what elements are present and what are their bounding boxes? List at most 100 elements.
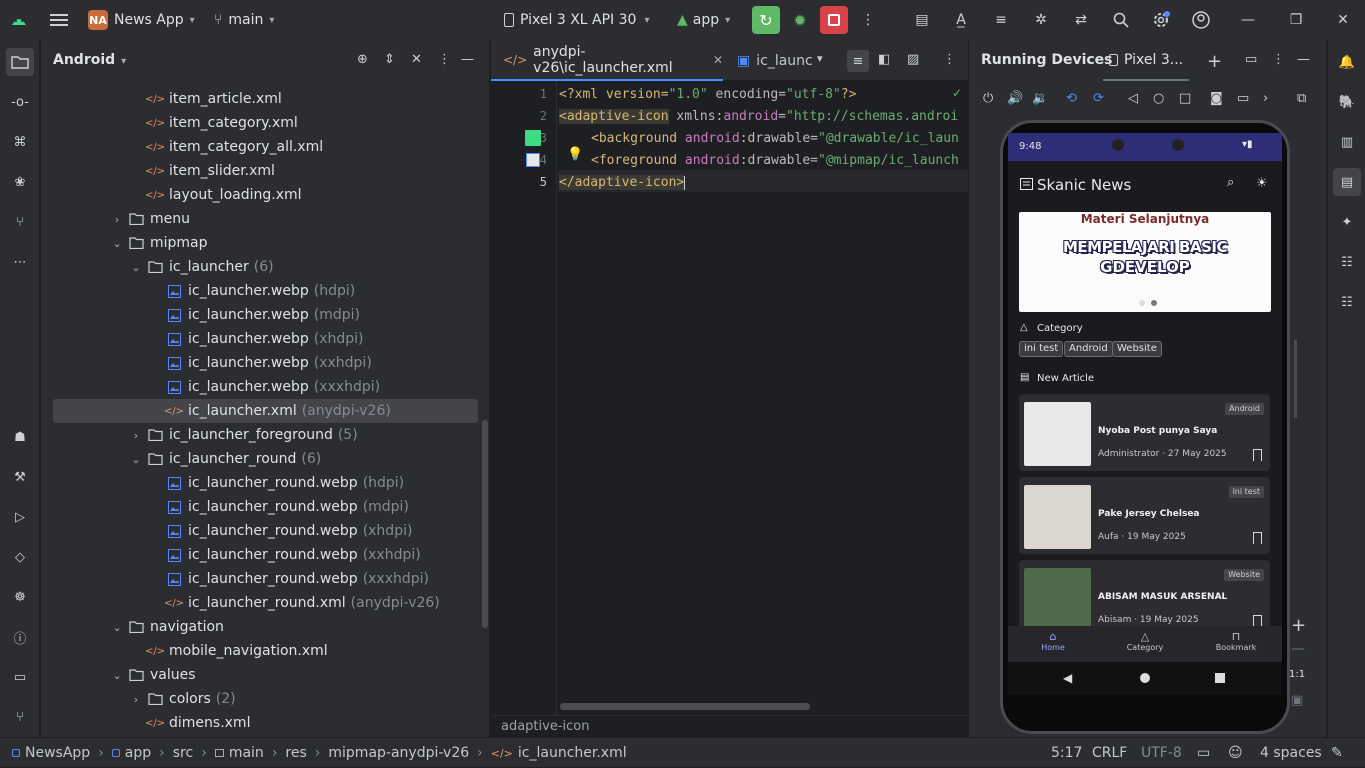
chevron-down-icon[interactable]: ⌄ bbox=[110, 669, 124, 682]
code-line-4[interactable]: <foreground android:drawable="@mipmap/ic… bbox=[591, 153, 959, 168]
tree-folder[interactable]: ⌄ ic_launcher (6) bbox=[41, 255, 490, 279]
tree-file[interactable]: </> ic_launcher_round.xml (anydpi-v26) bbox=[41, 591, 490, 615]
tree-file[interactable]: </> item_slider.xml bbox=[41, 159, 490, 183]
device-explorer-icon[interactable]: ▥ bbox=[1335, 130, 1359, 154]
record-icon[interactable]: ▭ bbox=[1237, 91, 1249, 106]
bookmark-icon[interactable] bbox=[1253, 532, 1262, 544]
caret-position[interactable]: 5:17 bbox=[1051, 738, 1082, 768]
lock-icon[interactable]: ✎ bbox=[1331, 738, 1343, 768]
gem-icon[interactable]: ◇ bbox=[8, 545, 32, 569]
problems-icon[interactable]: ⓘ bbox=[8, 625, 32, 649]
category-chip[interactable]: Website bbox=[1112, 341, 1162, 357]
tree-file[interactable]: ic_launcher_round.webp (xxhdpi) bbox=[41, 543, 490, 567]
inspection-icon[interactable]: ☺ bbox=[1228, 738, 1243, 768]
device-scrollbar[interactable] bbox=[1294, 340, 1297, 418]
tree-file[interactable]: </> layout_loading.xml bbox=[41, 183, 490, 207]
project-selector[interactable]: NA News App ▾ bbox=[88, 0, 195, 40]
android-home-icon[interactable] bbox=[1140, 673, 1150, 683]
android-recents-icon[interactable] bbox=[1215, 673, 1225, 683]
tree-file[interactable]: </> dimens.xml bbox=[41, 711, 490, 735]
readonly-toggle-icon[interactable]: ▭ bbox=[1197, 738, 1210, 768]
hide-panel-icon[interactable]: — bbox=[461, 52, 474, 67]
tree-file[interactable]: ic_launcher.webp (xhdpi) bbox=[41, 327, 490, 351]
terminal-icon[interactable]: ▭ bbox=[8, 665, 32, 689]
nav-category[interactable]: △ Category bbox=[1122, 630, 1168, 652]
nav-home[interactable]: ⌂ Home bbox=[1033, 630, 1073, 652]
device-manager-icon[interactable]: ▤ bbox=[912, 0, 932, 40]
main-menu-icon[interactable] bbox=[48, 0, 70, 40]
tree-file[interactable]: </> item_category_all.xml bbox=[41, 135, 490, 159]
resource-manager-icon[interactable]: ❀ bbox=[8, 170, 32, 194]
expand-all-icon[interactable]: ⇕ bbox=[384, 52, 395, 67]
branch-selector[interactable]: ⑂ main ▾ bbox=[214, 0, 274, 40]
chevron-right-icon[interactable]: › bbox=[129, 693, 143, 706]
tree-folder[interactable]: › colors (2) bbox=[41, 687, 490, 711]
article-card[interactable]: Android Nyoba Post punya Saya Administra… bbox=[1019, 394, 1270, 471]
collapse-all-icon[interactable]: ✕ bbox=[411, 52, 422, 67]
view-mode-selector[interactable]: Android ▾ bbox=[53, 52, 126, 68]
run-icon[interactable]: ▷ bbox=[8, 505, 32, 529]
account-icon[interactable] bbox=[1191, 0, 1211, 40]
more-tools-icon[interactable]: ⋯ bbox=[8, 250, 32, 274]
close-tab-icon[interactable]: ✕ bbox=[713, 53, 723, 67]
tree-folder[interactable]: ⌄ values bbox=[41, 663, 490, 687]
maximize-window-icon[interactable]: ❐ bbox=[1288, 0, 1304, 40]
power-icon[interactable]: ⏻ bbox=[983, 91, 993, 106]
chevron-down-icon[interactable]: ⌄ bbox=[110, 237, 124, 250]
run-config-selector[interactable]: ▲ app ▾ bbox=[677, 0, 730, 40]
tree-file[interactable]: </> item_article.xml bbox=[41, 87, 490, 111]
indent-setting[interactable]: 4 spaces bbox=[1260, 738, 1322, 768]
crumb[interactable]: app bbox=[125, 745, 151, 761]
plugin-icon[interactable]: ✲ bbox=[1031, 0, 1051, 40]
notifications-icon[interactable]: 🔔 bbox=[1335, 50, 1359, 74]
tree-file[interactable]: </> item_category.xml bbox=[41, 111, 490, 135]
path-breadcrumb[interactable]: NewsApp › app › src › main › res › mipma… bbox=[12, 738, 627, 768]
tree-file[interactable]: ic_launcher_round.webp (xxxhdpi) bbox=[41, 567, 490, 591]
tab-pixel-device[interactable]: Pixel 3... bbox=[1103, 40, 1190, 81]
android-device-icon[interactable]: ☗ bbox=[8, 425, 32, 449]
article-card[interactable]: ini test Pake Jersey Chelsea Aufa · 19 M… bbox=[1019, 477, 1270, 554]
chevron-right-icon[interactable]: › bbox=[110, 213, 124, 226]
tree-file[interactable]: ic_launcher.webp (xxxhdpi) bbox=[41, 375, 490, 399]
commit-icon[interactable]: -o- bbox=[8, 90, 32, 114]
emulator-icon[interactable]: ☷ bbox=[1335, 250, 1359, 274]
running-devices-icon[interactable]: ▤ bbox=[1333, 168, 1361, 196]
chevron-down-icon[interactable]: ⌄ bbox=[129, 453, 143, 466]
app-inspection-icon[interactable]: ☸ bbox=[8, 585, 32, 609]
search-icon[interactable] bbox=[1111, 0, 1131, 40]
image-preview-icon[interactable] bbox=[526, 153, 540, 167]
code-line-5[interactable]: </adaptive-icon> bbox=[559, 175, 686, 190]
category-chip[interactable]: ini test bbox=[1019, 341, 1064, 357]
overview-icon[interactable]: □ bbox=[1179, 91, 1191, 106]
tree-folder[interactable]: › menu bbox=[41, 207, 490, 231]
structure-icon[interactable]: ⌘ bbox=[8, 130, 32, 154]
tab-list-chevron-icon[interactable]: ▾ bbox=[817, 52, 823, 65]
settings-icon[interactable] bbox=[1151, 0, 1171, 40]
horizontal-scrollbar[interactable] bbox=[560, 703, 810, 710]
search-icon[interactable]: ⌕ bbox=[1227, 175, 1234, 190]
design-view-icon[interactable]: ▨ bbox=[907, 52, 919, 67]
slider-dot[interactable] bbox=[1151, 300, 1157, 306]
device-selector[interactable]: Pixel 3 XL API 30 ▾ bbox=[504, 0, 649, 40]
translate-icon[interactable]: A̲ bbox=[951, 0, 971, 40]
crumb[interactable]: ic_launcher.xml bbox=[518, 745, 627, 761]
tree-file[interactable]: ic_launcher.webp (hdpi) bbox=[41, 279, 490, 303]
logcat-icon[interactable]: ≡ bbox=[991, 0, 1011, 40]
split-view-icon[interactable]: ◧ bbox=[878, 52, 890, 67]
build-icon[interactable]: ⚒ bbox=[8, 465, 32, 489]
gemini-icon[interactable]: ✦ bbox=[1335, 210, 1359, 234]
options-icon[interactable]: ⋮ bbox=[1272, 52, 1285, 67]
tree-file[interactable]: ic_launcher_round.webp (mdpi) bbox=[41, 495, 490, 519]
options-icon[interactable]: ⋮ bbox=[438, 52, 451, 67]
category-chip[interactable]: Android bbox=[1064, 341, 1113, 357]
code-line-2[interactable]: <adaptive-icon xmlns:android="http://sch… bbox=[559, 109, 958, 124]
locate-file-icon[interactable]: ⊕ bbox=[357, 52, 368, 67]
rotate-left-icon[interactable]: ⟲ bbox=[1066, 91, 1077, 106]
file-encoding[interactable]: UTF-8 bbox=[1141, 738, 1182, 768]
tree-file[interactable]: </> mobile_navigation.xml bbox=[41, 639, 490, 663]
tree-folder[interactable]: ⌄ ic_launcher_round (6) bbox=[41, 447, 490, 471]
home-icon[interactable]: ○ bbox=[1153, 91, 1164, 106]
zoom-in-icon[interactable]: + bbox=[1291, 615, 1306, 636]
editor-options-icon[interactable]: ⋮ bbox=[943, 52, 956, 67]
screenshot-icon[interactable]: ◙ bbox=[1210, 91, 1223, 106]
